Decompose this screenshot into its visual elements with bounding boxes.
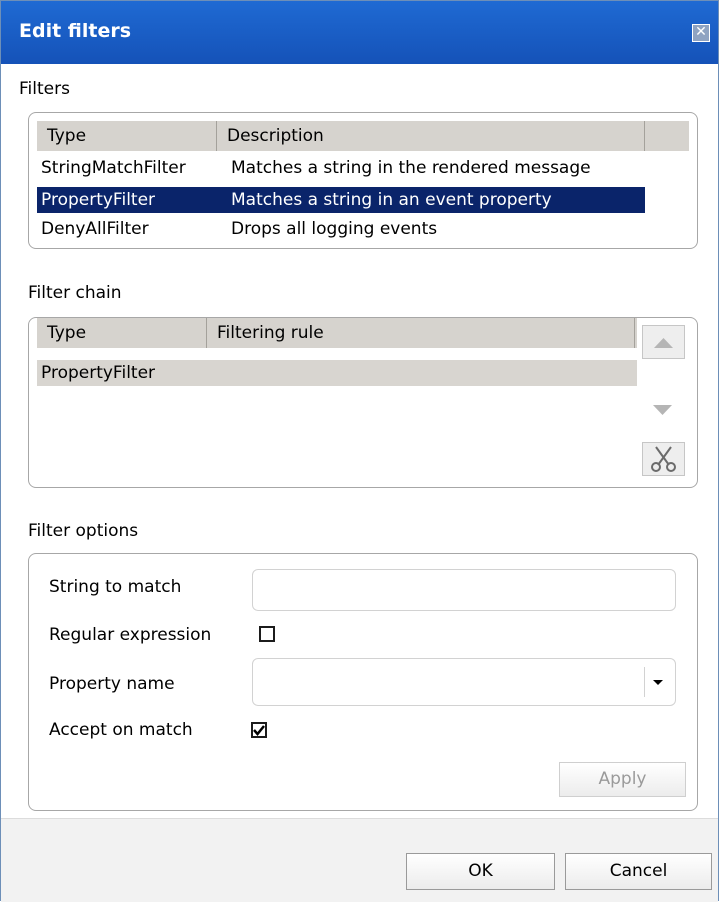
apply-button[interactable]: Apply [559, 762, 686, 797]
filter-type: StringMatchFilter [41, 158, 186, 178]
property-name-dropdown[interactable] [252, 658, 676, 706]
column-header-filtering-rule[interactable]: Filtering rule [207, 318, 635, 348]
column-header-empty [645, 121, 689, 151]
filter-options-section-label: Filter options [28, 521, 139, 541]
remove-filter-button[interactable] [642, 442, 685, 476]
cancel-button[interactable]: Cancel [565, 853, 712, 890]
edit-filters-dialog: Edit filters ✕ Filters Type Description … [0, 0, 719, 902]
filter-chain-header: Type Filtering rule [37, 318, 637, 348]
chevron-down-icon [653, 680, 663, 685]
filters-list: Type Description StringMatchFilter Match… [28, 112, 698, 249]
regular-expression-checkbox[interactable] [259, 626, 275, 642]
filter-type: DenyAllFilter [41, 219, 149, 239]
dialog-title: Edit filters [19, 20, 132, 42]
filter-row-property-selected[interactable]: PropertyFilter Matches a string in an ev… [37, 187, 645, 213]
filter-description: Matches a string in an event property [231, 190, 552, 210]
property-name-label: Property name [49, 674, 175, 694]
triangle-up-icon [654, 338, 673, 348]
ok-button[interactable]: OK [406, 853, 555, 890]
chain-row-propertyfilter[interactable]: PropertyFilter [37, 360, 637, 386]
filter-type: PropertyFilter [41, 190, 156, 210]
triangle-down-icon [653, 405, 672, 415]
filter-description: Drops all logging events [231, 219, 438, 239]
accept-on-match-checkbox[interactable] [251, 722, 267, 738]
filters-section-label: Filters [19, 79, 70, 99]
close-icon[interactable]: ✕ [692, 24, 710, 42]
dropdown-arrow-button[interactable] [644, 667, 671, 697]
string-to-match-label: String to match [49, 577, 182, 597]
filters-list-header: Type Description [37, 121, 689, 151]
column-header-description[interactable]: Description [217, 121, 645, 151]
scissors-icon [651, 446, 676, 472]
title-bar: Edit filters ✕ [1, 1, 718, 64]
checkmark-icon [253, 725, 265, 736]
filter-chain-section-label: Filter chain [28, 283, 122, 303]
regular-expression-label: Regular expression [49, 625, 212, 645]
column-header-type[interactable]: Type [37, 121, 217, 151]
move-up-button[interactable] [642, 325, 685, 359]
chain-filter-type: PropertyFilter [41, 363, 156, 383]
string-to-match-input[interactable] [252, 569, 676, 611]
filter-description: Matches a string in the rendered message [231, 158, 591, 178]
filter-row-denyall[interactable]: DenyAllFilter Drops all logging events [37, 216, 645, 242]
filter-row-stringmatch[interactable]: StringMatchFilter Matches a string in th… [37, 155, 645, 181]
filter-chain-list: Type Filtering rule PropertyFilter [28, 317, 698, 488]
column-header-type[interactable]: Type [37, 318, 207, 348]
accept-on-match-label: Accept on match [49, 720, 193, 740]
move-down-button[interactable] [642, 394, 685, 428]
